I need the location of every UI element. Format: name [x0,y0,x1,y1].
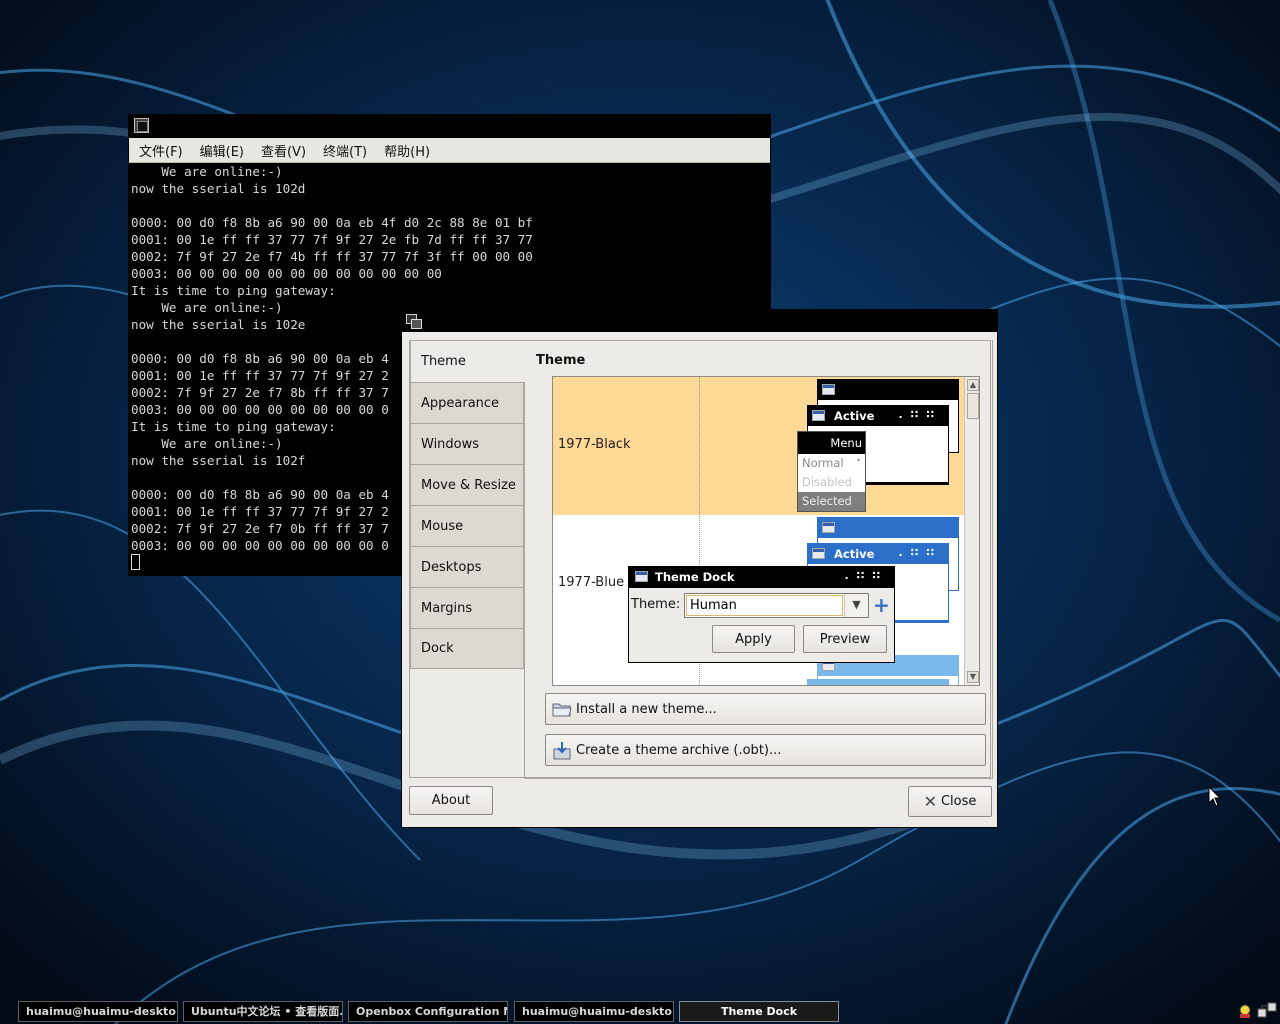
scroll-down-icon[interactable]: ▼ [967,671,979,683]
theme-row[interactable]: 1977-Black Active .∷∷ Menu Normal • Disa… [553,377,979,515]
window-icon[interactable] [406,314,422,329]
theme-preview: Active .∷∷ Menu Normal • Disabled Select… [795,377,965,515]
add-icon[interactable]: + [873,594,890,616]
menu-file[interactable]: 文件(F) [133,141,189,160]
apply-button[interactable]: Apply [712,625,795,653]
create-archive-label: Create a theme archive (.obt)... [576,742,782,758]
taskbar-item[interactable]: huaimu@huaimu-deskto... [18,1001,178,1022]
chevron-down-icon[interactable]: ▼ [844,594,868,617]
tab-windows[interactable]: Windows [410,423,524,464]
create-archive-button[interactable]: Create a theme archive (.obt)... [545,734,986,766]
preview-button[interactable]: Preview [803,625,887,653]
taskbar-item[interactable]: Openbox Configuration M... [348,1001,508,1022]
preview-menu-disabled: Disabled [802,475,852,489]
scroll-thumb[interactable] [967,393,979,419]
preview-menu-normal: Normal • [802,456,861,470]
window-icon [822,384,835,395]
input-method-icon[interactable] [1237,1003,1253,1019]
theme-list-scrollbar[interactable]: ▲ ▼ [964,377,979,685]
preview-buttons-icon: .∷∷ [898,546,942,559]
window-icon [822,522,835,533]
tab-mouse[interactable]: Mouse [410,505,524,546]
close-button[interactable]: ✕ Close [908,786,992,817]
about-button[interactable]: About [409,786,493,815]
menu-view[interactable]: 查看(V) [255,141,312,160]
panel-heading: Theme [536,353,586,368]
terminal-line: 0000: 00 d0 f8 8b a6 90 00 0a eb 4f d0 2… [131,215,533,230]
terminal-line: We are online:-) [131,164,283,179]
window-icon [812,410,825,421]
obconf-titlebar[interactable] [402,310,997,332]
close-label: Close [940,794,977,809]
network-icon[interactable] [1257,1001,1277,1021]
tab-list: Theme Appearance Windows Move & Resize M… [410,341,525,669]
terminal-line: now the sserial is 102d [131,181,306,196]
install-theme-button[interactable]: Install a new theme... [545,693,986,725]
mouse-pointer-icon [1208,786,1222,807]
theme-combobox-value[interactable]: Human [686,595,843,616]
scroll-up-icon[interactable]: ▲ [967,379,979,391]
theme-dock-title: Theme Dock [655,570,735,584]
tab-desktops[interactable]: Desktops [410,546,524,587]
folder-open-icon [552,700,572,718]
tab-theme[interactable]: Theme [410,341,525,382]
preview-menu: Menu Normal • Disabled Selected [797,431,866,512]
menu-terminal[interactable]: 终端(T) [317,141,373,160]
theme-label: Theme: [631,597,681,612]
tab-appearance[interactable]: Appearance [410,382,524,423]
tab-dock[interactable]: Dock [410,628,524,669]
save-archive-icon [552,741,572,760]
install-theme-label: Install a new theme... [576,701,717,717]
terminal-titlebar[interactable] [129,115,770,138]
taskbar-item[interactable]: Ubuntu中文论坛 • 查看版面... [183,1001,343,1022]
terminal-cursor [131,554,140,570]
theme-combobox[interactable]: Human ▼ [684,593,869,618]
terminal-line: 0002: 7f 9f 27 2e f7 4b ff ff 37 77 7f 3… [131,249,533,264]
taskbar-item-active[interactable]: Theme Dock [679,1001,839,1022]
theme-dock-window[interactable]: Theme Dock .∷∷ Theme: Human ▼ + Apply Pr… [628,566,895,663]
close-icon: ✕ [923,792,937,811]
preview-buttons-icon: .∷∷ [898,408,942,421]
theme-dock-titlebar[interactable]: Theme Dock .∷∷ [629,567,894,588]
tab-move-resize[interactable]: Move & Resize [410,464,524,505]
menu-help[interactable]: 帮助(H) [378,141,436,160]
taskbar: huaimu@huaimu-deskto... Ubuntu中文论坛 • 查看版… [0,1000,1280,1024]
theme-name: 1977-Black [558,437,631,452]
terminal-line: 0001: 00 1e ff ff 37 77 7f 9f 27 2e fb 7… [131,232,533,247]
window-buttons-icon[interactable]: .∷∷ [845,569,889,582]
menu-edit[interactable]: 编辑(E) [194,141,250,160]
theme-name: 1977-Blue [558,575,625,590]
settings-notebook: Theme Appearance Windows Move & Resize M… [409,340,993,779]
terminal-line: 0003: 00 00 00 00 00 00 00 00 00 00 00 0… [131,266,442,281]
preview-active-title: Active [834,547,875,561]
preview-menu-title: Menu [798,432,865,454]
terminal-icon[interactable] [134,118,149,133]
preview-active-title: Active [834,409,875,423]
preview-menu-selected: Selected [798,492,865,511]
taskbar-item[interactable]: huaimu@huaimu-deskto... [514,1001,674,1022]
terminal-line: It is time to ping gateway: [131,283,336,298]
terminal-menubar: 文件(F) 编辑(E) 查看(V) 终端(T) 帮助(H) [129,138,770,163]
tab-margins[interactable]: Margins [410,587,524,628]
window-icon[interactable] [635,571,648,582]
window-icon [812,548,825,559]
